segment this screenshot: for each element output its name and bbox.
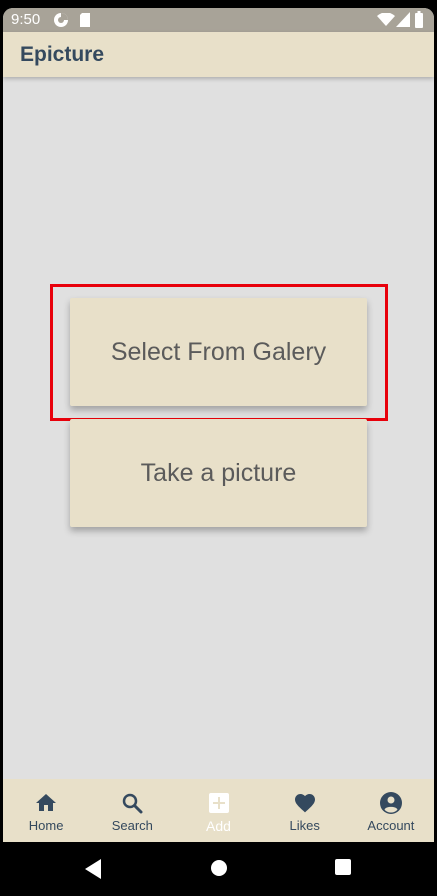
status-bar: 9:50	[3, 8, 434, 32]
sd-card-icon	[80, 13, 90, 27]
nav-label-search: Search	[111, 818, 153, 833]
nav-label-account: Account	[367, 818, 415, 833]
select-from-gallery-label: Select From Galery	[110, 337, 327, 366]
data-saver-icon	[54, 13, 68, 27]
nav-label-home: Home	[28, 818, 64, 833]
nav-item-add[interactable]: Add	[175, 779, 261, 842]
android-navigation-bar	[0, 842, 437, 896]
phone-screen: 9:50 Epicture Select From Galery Take a …	[3, 8, 434, 842]
nav-item-home[interactable]: Home	[3, 779, 89, 842]
status-time: 9:50	[11, 11, 41, 28]
battery-icon	[415, 11, 423, 28]
recents-icon[interactable]	[335, 859, 351, 875]
select-from-gallery-button[interactable]: Select From Galery	[70, 298, 367, 406]
nav-item-likes[interactable]: Likes	[262, 779, 348, 842]
take-picture-button[interactable]: Take a picture	[70, 419, 367, 527]
nav-label-add: Add	[206, 818, 231, 834]
nav-item-account[interactable]: Account	[348, 779, 434, 842]
bottom-navigation: Home Search Add Likes Account	[3, 779, 434, 842]
account-circle-icon	[379, 792, 402, 814]
signal-icon	[396, 12, 410, 27]
search-icon	[123, 793, 143, 814]
nav-item-search[interactable]: Search	[89, 779, 175, 842]
back-icon[interactable]	[85, 859, 101, 879]
add-box-icon	[208, 793, 229, 813]
heart-icon	[294, 794, 315, 813]
app-bar: Epicture	[3, 32, 434, 77]
home-circle-icon[interactable]	[210, 859, 228, 877]
wifi-icon	[377, 13, 395, 26]
home-icon	[36, 794, 57, 811]
nav-label-likes: Likes	[289, 818, 320, 833]
take-picture-label: Take a picture	[140, 458, 297, 487]
app-title: Epicture	[20, 43, 105, 66]
